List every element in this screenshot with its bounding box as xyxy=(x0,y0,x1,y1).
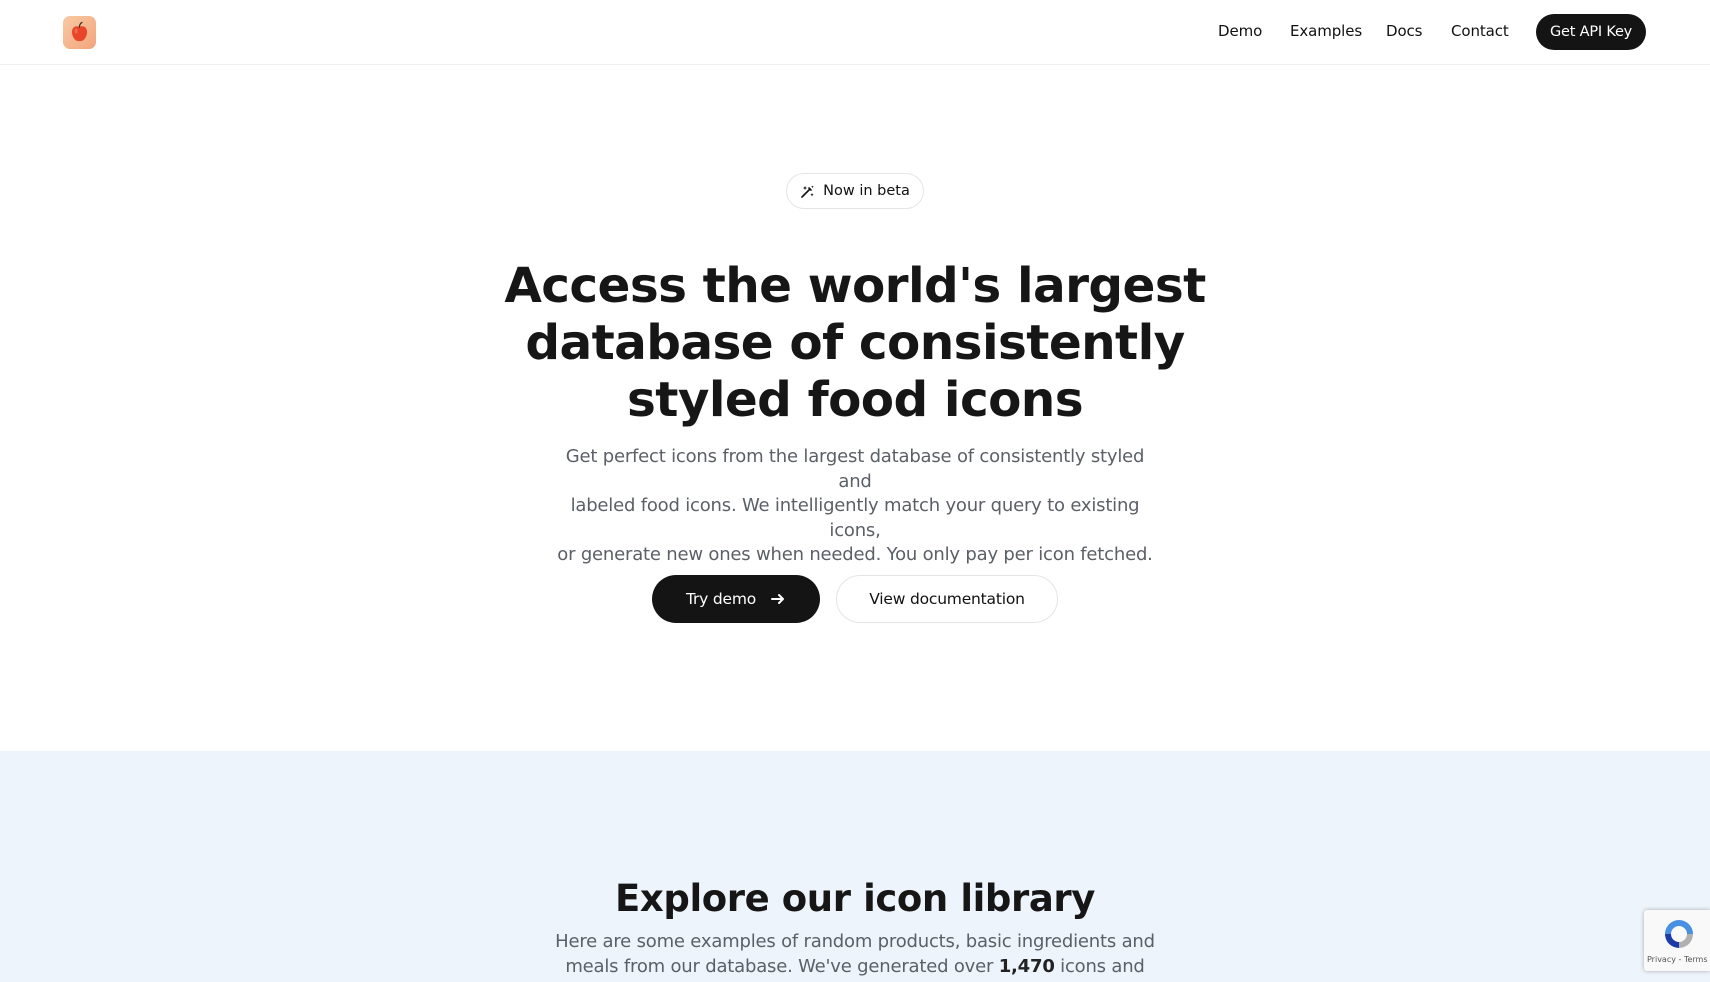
library-description: Here are some examples of random product… xyxy=(555,930,1155,982)
headline-line: Access the world's largest xyxy=(504,258,1206,314)
icon-library-section: Explore our icon library Here are some e… xyxy=(0,751,1710,982)
library-title: Explore our icon library xyxy=(615,877,1095,920)
library-text-line: Here are some examples of random product… xyxy=(555,931,1155,952)
try-demo-button[interactable]: Try demo xyxy=(652,575,820,623)
hero-headline: Access the world's largest database of c… xyxy=(455,258,1255,429)
recaptcha-icon xyxy=(1661,916,1697,956)
nav-link-contact[interactable]: Contact xyxy=(1451,22,1509,40)
subhead-line: or generate new ones when needed. You on… xyxy=(557,544,1153,565)
hero-subheading: Get perfect icons from the largest datab… xyxy=(555,445,1155,568)
view-documentation-button[interactable]: View documentation xyxy=(836,575,1058,623)
beta-badge: Now in beta xyxy=(786,173,924,209)
subhead-line: labeled food icons. We intelligently mat… xyxy=(570,495,1140,541)
library-text-fragment: meals from our database. We've generated… xyxy=(565,955,999,977)
nav-link-examples[interactable]: Examples xyxy=(1290,22,1362,40)
magic-wand-icon xyxy=(800,184,815,199)
arrow-right-icon xyxy=(770,591,786,607)
library-text-line: meals from our database. We've generated… xyxy=(555,955,1155,982)
subhead-line: Get perfect icons from the largest datab… xyxy=(565,446,1145,492)
apple-logo-icon[interactable] xyxy=(63,16,96,49)
recaptcha-badge[interactable]: Privacy - Terms xyxy=(1644,910,1710,971)
headline-line: database of consistently xyxy=(525,315,1185,371)
site-header: Demo Examples Docs Contact Get API Key xyxy=(0,0,1710,65)
beta-badge-label: Now in beta xyxy=(823,183,910,199)
nav-link-demo[interactable]: Demo xyxy=(1218,22,1262,40)
recaptcha-links[interactable]: Privacy - Terms xyxy=(1647,955,1710,964)
icon-count: 1,470 xyxy=(998,955,1055,977)
get-api-key-button[interactable]: Get API Key xyxy=(1536,14,1646,50)
nav-link-docs[interactable]: Docs xyxy=(1386,22,1422,40)
headline-line: styled food icons xyxy=(626,372,1084,428)
try-demo-label: Try demo xyxy=(685,590,757,608)
